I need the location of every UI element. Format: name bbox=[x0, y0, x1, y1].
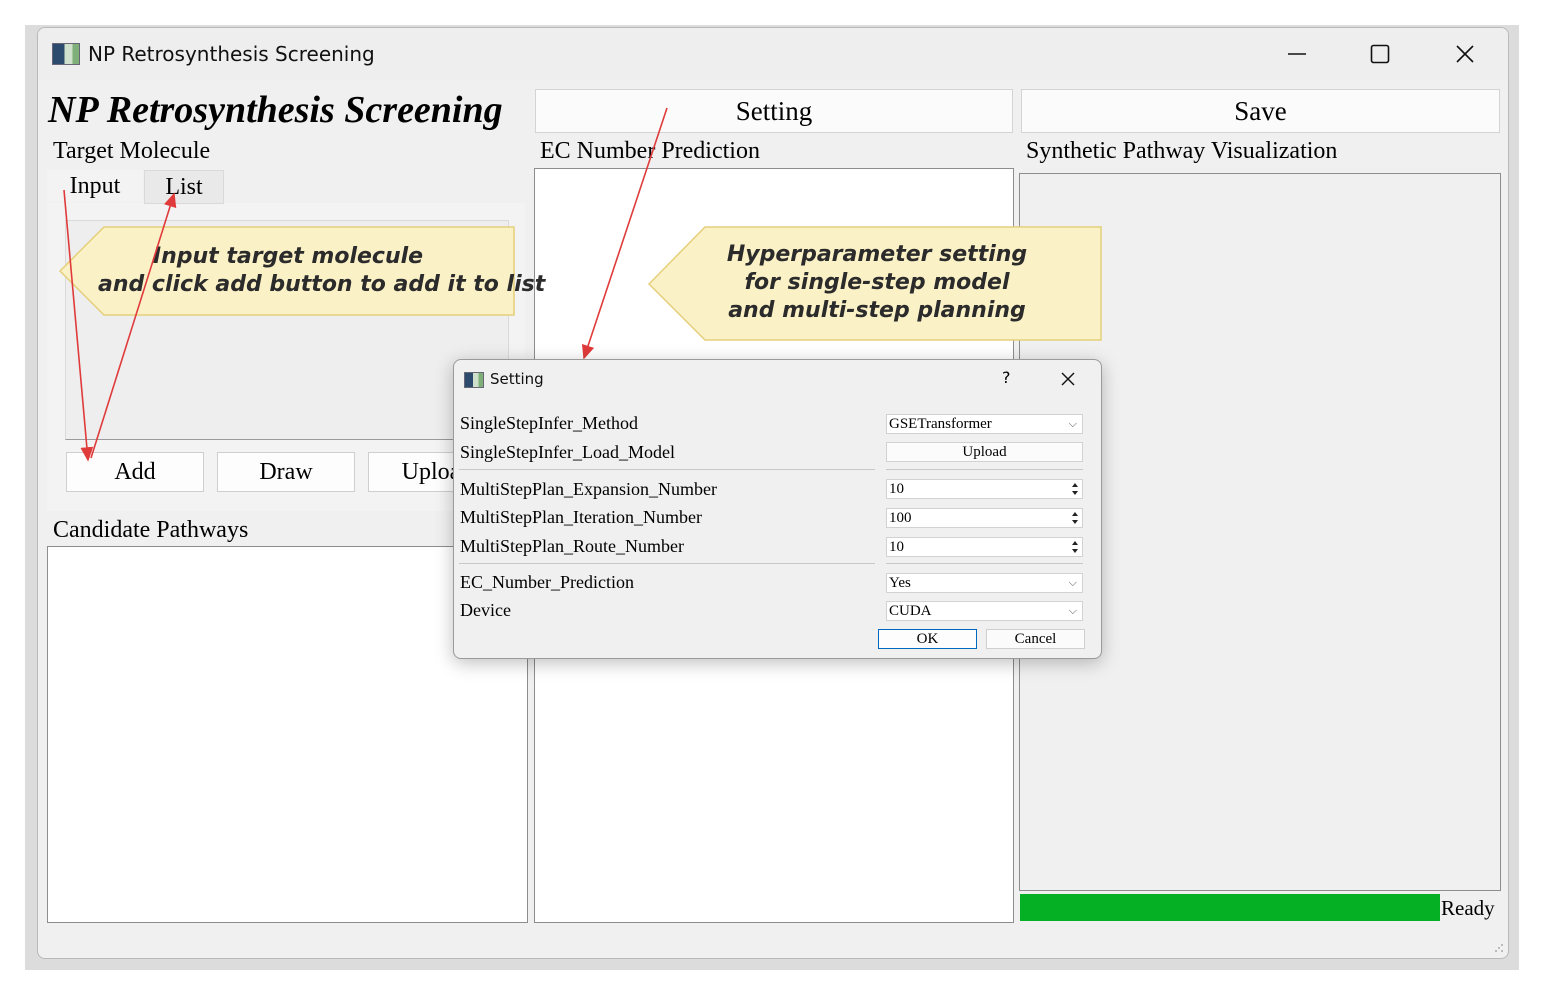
load-model-upload-button[interactable]: Upload bbox=[886, 442, 1083, 462]
setting-callout: Hyperparameter setting for single-step m… bbox=[647, 226, 1103, 342]
load-model-label: SingleStepInfer_Load_Model bbox=[460, 442, 675, 462]
add-button[interactable]: Add bbox=[66, 452, 204, 492]
chevron-down-icon: ⌵ bbox=[1068, 576, 1077, 589]
setting-dialog: Setting ? SingleStepInfer_Method GSETran… bbox=[453, 359, 1102, 659]
close-button[interactable] bbox=[1442, 34, 1488, 74]
dialog-title-bar: Setting ? bbox=[454, 360, 1101, 396]
dialog-divider bbox=[886, 563, 1083, 564]
minimize-icon bbox=[1288, 53, 1306, 55]
progress-bar bbox=[1020, 894, 1440, 921]
method-label: SingleStepInfer_Method bbox=[460, 413, 638, 433]
window-title: NP Retrosynthesis Screening bbox=[88, 42, 375, 66]
dialog-app-icon bbox=[464, 372, 484, 388]
ok-button[interactable]: OK bbox=[878, 629, 977, 649]
draw-button[interactable]: Draw bbox=[217, 452, 355, 492]
input-callout-line2: and click add button to add it to list bbox=[98, 272, 546, 297]
maximize-icon bbox=[1370, 44, 1390, 64]
setting-callout-line3: and multi-step planning bbox=[728, 298, 1026, 323]
resize-grip-icon[interactable] bbox=[1493, 942, 1505, 954]
tab-list[interactable]: List bbox=[144, 170, 224, 204]
iteration-number-spinbox[interactable]: 100 bbox=[886, 508, 1083, 528]
title-bar: NP Retrosynthesis Screening bbox=[38, 28, 1508, 80]
expansion-number-spinbox[interactable]: 10 bbox=[886, 479, 1083, 499]
target-molecule-label: Target Molecule bbox=[53, 138, 211, 164]
method-select[interactable]: GSETransformer ⌵ bbox=[886, 414, 1083, 434]
input-callout: Input target molecule and click add butt… bbox=[58, 226, 546, 317]
minimize-button[interactable] bbox=[1274, 34, 1320, 74]
maximize-button[interactable] bbox=[1357, 34, 1403, 74]
expansion-number-value: 10 bbox=[889, 480, 904, 497]
dialog-divider bbox=[886, 469, 1083, 470]
status-text: Ready bbox=[1441, 896, 1495, 920]
chevron-down-icon: ⌵ bbox=[1068, 604, 1077, 617]
cancel-button[interactable]: Cancel bbox=[986, 629, 1085, 649]
iteration-number-label: MultiStepPlan_Iteration_Number bbox=[460, 507, 702, 527]
route-number-label: MultiStepPlan_Route_Number bbox=[460, 536, 684, 556]
dialog-divider bbox=[459, 469, 875, 470]
tab-input[interactable]: Input bbox=[47, 170, 143, 202]
spin-arrows-icon[interactable] bbox=[1071, 539, 1079, 555]
dialog-title: Setting bbox=[490, 370, 544, 388]
app-icon bbox=[52, 43, 80, 65]
setting-callout-line1: Hyperparameter setting bbox=[726, 242, 1028, 267]
device-label: Device bbox=[460, 600, 511, 620]
setting-button[interactable]: Setting bbox=[535, 89, 1013, 133]
spin-arrows-icon[interactable] bbox=[1071, 481, 1079, 497]
pathway-visualization-label: Synthetic Pathway Visualization bbox=[1026, 138, 1338, 164]
route-number-spinbox[interactable]: 10 bbox=[886, 537, 1083, 557]
ec-prediction-label: EC_Number_Prediction bbox=[460, 572, 634, 592]
dialog-divider bbox=[459, 563, 875, 564]
spin-arrows-icon[interactable] bbox=[1071, 510, 1079, 526]
progress-bar-fill bbox=[1020, 894, 1440, 921]
dialog-close-icon[interactable] bbox=[1060, 371, 1076, 387]
candidate-pathways-label: Candidate Pathways bbox=[53, 517, 249, 543]
method-value: GSETransformer bbox=[889, 415, 992, 432]
ec-prediction-value: Yes bbox=[889, 574, 911, 591]
route-number-value: 10 bbox=[889, 538, 904, 555]
dialog-help-button[interactable]: ? bbox=[1002, 368, 1011, 387]
device-select[interactable]: CUDA ⌵ bbox=[886, 601, 1083, 621]
ec-prediction-select[interactable]: Yes ⌵ bbox=[886, 573, 1083, 593]
setting-callout-line2: for single-step model bbox=[744, 270, 1010, 295]
app-title: NP Retrosynthesis Screening bbox=[48, 89, 503, 131]
device-value: CUDA bbox=[889, 602, 932, 619]
iteration-number-value: 100 bbox=[889, 509, 912, 526]
expansion-number-label: MultiStepPlan_Expansion_Number bbox=[460, 479, 717, 499]
save-button[interactable]: Save bbox=[1021, 89, 1500, 133]
chevron-down-icon: ⌵ bbox=[1068, 417, 1077, 430]
ec-number-label: EC Number Prediction bbox=[540, 138, 760, 164]
close-icon bbox=[1456, 45, 1474, 63]
input-callout-line1: Input target molecule bbox=[152, 244, 424, 269]
